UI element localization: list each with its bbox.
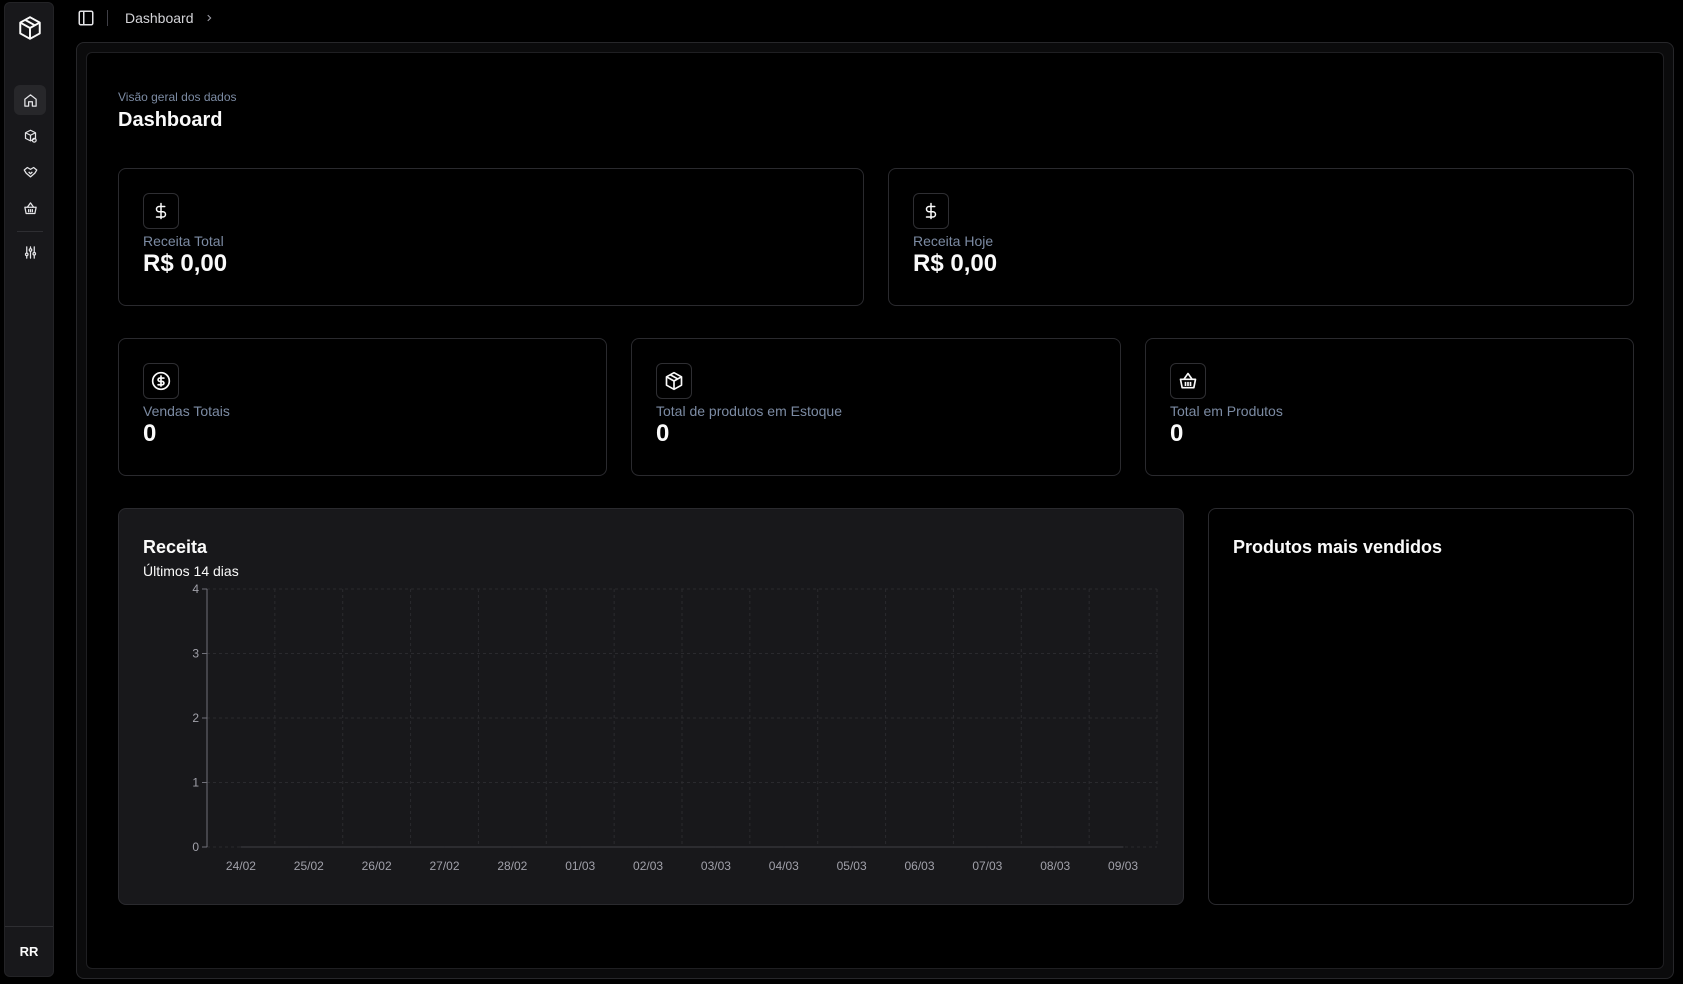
stat-card-receita-total: Receita Total R$ 0,00 <box>118 168 864 306</box>
y-tick-label: 3 <box>192 647 199 661</box>
breadcrumb: Dashboard <box>125 10 214 26</box>
revenue-chart-card: Receita Últimos 14 dias 0 1 2 3 4 24/02 25/02 2… <box>118 508 1184 905</box>
x-tick-label: 08/03 <box>1040 859 1070 873</box>
x-tick-label: 25/02 <box>294 859 324 873</box>
stat-label: Total de produtos em Estoque <box>656 403 843 419</box>
sidebar: RR <box>4 2 54 977</box>
nav-orders[interactable] <box>14 193 46 223</box>
x-tick-label: 26/02 <box>362 859 392 873</box>
data-point <box>579 846 581 848</box>
nav-divider <box>17 231 43 232</box>
stat-value: R$ 0,00 <box>913 250 998 277</box>
stat-label: Total em Produtos <box>1170 403 1283 419</box>
y-tick-label: 1 <box>192 776 199 790</box>
stat-card-vendas-totais: Vendas Totais 0 <box>118 338 607 476</box>
data-point <box>308 846 310 848</box>
data-point <box>511 846 513 848</box>
nav-settings[interactable] <box>14 237 46 267</box>
nav-sales[interactable] <box>14 157 46 187</box>
panel-left-icon <box>78 10 94 26</box>
basket-icon <box>23 201 37 214</box>
logo-package-icon[interactable] <box>17 15 43 41</box>
data-point <box>647 846 649 848</box>
stat-card-total-produtos: Total em Produtos 0 <box>1145 338 1634 476</box>
home-icon <box>23 93 37 107</box>
top-products-title: Produtos mais vendidos <box>1233 537 1443 557</box>
basket-icon <box>1170 363 1206 399</box>
x-tick-label: 28/02 <box>497 859 527 873</box>
stat-value: R$ 0,00 <box>143 250 228 277</box>
page-subtitle: Visão geral dos dados <box>118 90 237 104</box>
y-tick-label: 2 <box>192 711 199 725</box>
data-point <box>986 846 988 848</box>
circle-dollar-icon <box>143 363 179 399</box>
nav-products[interactable] <box>14 121 46 151</box>
y-tick-label: 4 <box>192 582 199 596</box>
packages-icon <box>24 129 37 143</box>
handshake-icon <box>23 166 37 177</box>
settings-sliders-icon <box>24 245 36 259</box>
x-tick-label: 03/03 <box>701 859 731 873</box>
dollar-icon <box>913 193 949 229</box>
data-point <box>376 846 378 848</box>
data-point <box>1054 846 1056 848</box>
x-tick-label: 27/02 <box>429 859 459 873</box>
stat-card-receita-hoje: Receita Hoje R$ 0,00 <box>888 168 1634 306</box>
x-tick-label: 01/03 <box>565 859 595 873</box>
y-tick-label: 0 <box>192 840 199 854</box>
x-tick-label: 09/03 <box>1108 859 1138 873</box>
page-title: Dashboard <box>118 109 223 131</box>
data-point <box>919 846 920 848</box>
chevron-right-icon <box>206 14 211 22</box>
stat-card-produtos-estoque: Total de produtos em Estoque 0 <box>631 338 1121 476</box>
stat-label: Vendas Totais <box>143 403 230 419</box>
stat-value: 0 <box>1170 420 1184 447</box>
x-tick-label: 06/03 <box>904 859 934 873</box>
x-tick-label: 04/03 <box>769 859 799 873</box>
x-tick-label: 24/02 <box>226 859 256 873</box>
data-point <box>851 846 853 848</box>
breadcrumb-dashboard[interactable]: Dashboard <box>125 10 194 26</box>
stat-value: 0 <box>143 420 157 447</box>
data-point <box>444 846 445 848</box>
stat-label: Receita Hoje <box>913 233 994 249</box>
package-icon <box>656 363 692 399</box>
sidebar-toggle-button[interactable] <box>77 9 95 27</box>
stat-value: 0 <box>656 420 670 447</box>
stat-label: Receita Total <box>143 233 224 249</box>
data-point <box>1122 846 1124 848</box>
x-tick-label: 07/03 <box>972 859 1002 873</box>
top-products-card: Produtos mais vendidos <box>1208 508 1634 905</box>
topbar-divider <box>107 10 108 26</box>
x-tick-label: 02/03 <box>633 859 663 873</box>
data-point <box>240 846 242 848</box>
data-point <box>715 846 717 848</box>
dollar-icon <box>143 193 179 229</box>
revenue-chart: 0 1 2 3 4 24/02 25/02 26/02 27/02 28/02 01/03 02/03… <box>192 582 1158 873</box>
nav-home[interactable] <box>14 85 46 115</box>
data-point <box>783 846 785 848</box>
x-tick-label: 05/03 <box>837 859 867 873</box>
user-avatar[interactable]: RR <box>5 926 53 976</box>
